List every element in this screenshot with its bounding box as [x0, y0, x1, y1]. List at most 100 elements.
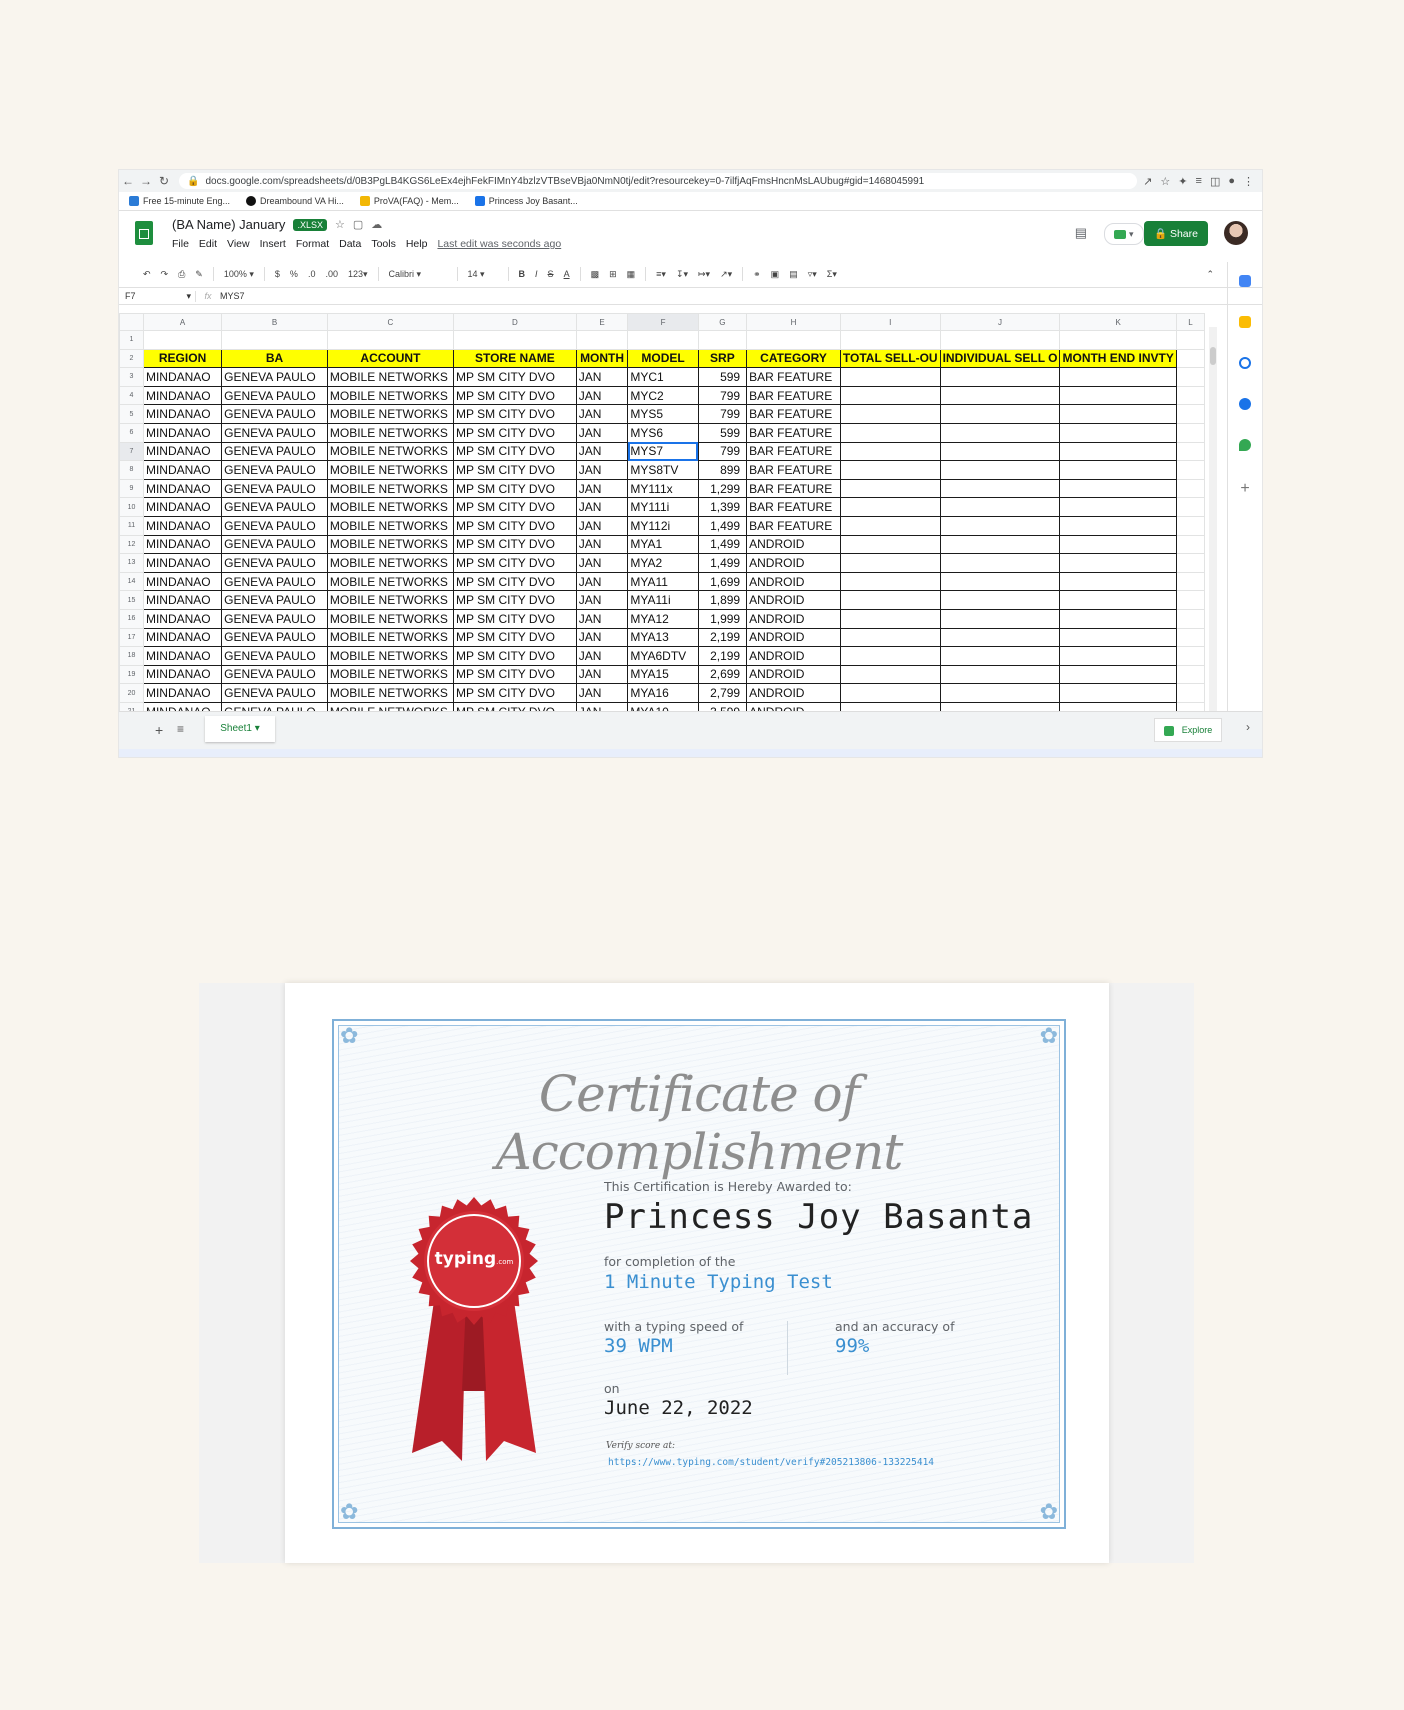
cell[interactable]: MOBILE NETWORKS	[326, 553, 455, 573]
column-header[interactable]: B	[221, 313, 328, 331]
strikethrough-icon[interactable]: S	[548, 269, 554, 279]
cloud-status-icon[interactable]: ☁	[371, 218, 382, 231]
menu-insert[interactable]: Insert	[260, 238, 286, 250]
cell[interactable]: MP SM CITY DVO	[453, 553, 577, 573]
cell[interactable]: JAN	[575, 571, 629, 592]
cell[interactable]: BAR FEATURE	[746, 497, 841, 517]
cell[interactable]: MP SM CITY DVO	[453, 460, 577, 480]
cell[interactable]	[939, 664, 1061, 685]
cell[interactable]	[1175, 330, 1205, 350]
row-header[interactable]: 14	[119, 571, 144, 592]
cell[interactable]: 799	[697, 441, 748, 462]
cell[interactable]	[1175, 664, 1205, 685]
cell[interactable]: MINDANAO	[142, 683, 223, 703]
undo-icon[interactable]: ↶	[143, 269, 151, 280]
cell[interactable]: MOBILE NETWORKS	[326, 571, 455, 592]
cell[interactable]	[839, 553, 941, 573]
cell[interactable]	[939, 553, 1061, 573]
cell[interactable]	[746, 330, 841, 350]
cell[interactable]: MOBILE NETWORKS	[326, 367, 455, 387]
cell[interactable]: MP SM CITY DVO	[453, 664, 577, 685]
reload-icon[interactable]: ↻	[155, 174, 173, 188]
menu-format[interactable]: Format	[296, 238, 329, 250]
cell[interactable]: MINDANAO	[142, 460, 223, 480]
cell[interactable]	[1175, 590, 1205, 610]
zoom-select[interactable]: 100% ▾	[224, 269, 254, 280]
cell[interactable]: MY112i	[627, 515, 699, 536]
font-size-select[interactable]: 14 ▾	[468, 269, 498, 280]
cell[interactable]: MOBILE NETWORKS	[326, 683, 455, 703]
cell[interactable]: GENEVA PAULO	[221, 534, 328, 555]
menu-help[interactable]: Help	[406, 238, 428, 250]
functions-icon[interactable]: Σ▾	[827, 269, 837, 280]
cell[interactable]	[839, 664, 941, 685]
cell[interactable]: BAR FEATURE	[746, 460, 841, 480]
cell[interactable]: MOBILE NETWORKS	[326, 422, 455, 443]
cell[interactable]: MP SM CITY DVO	[453, 571, 577, 592]
cell[interactable]: MOBILE NETWORKS	[326, 515, 455, 536]
cell[interactable]: GENEVA PAULO	[221, 460, 328, 480]
cell[interactable]	[839, 571, 941, 592]
cell[interactable]: MINDANAO	[142, 646, 223, 666]
cell[interactable]: MYS6	[627, 422, 699, 443]
row-header[interactable]: 19	[119, 664, 144, 685]
cell[interactable]: BAR FEATURE	[746, 515, 841, 536]
cell[interactable]: 899	[697, 460, 748, 480]
collapse-toolbar-icon[interactable]: ⌃	[1206, 269, 1214, 280]
cell[interactable]	[1059, 515, 1177, 536]
cell[interactable]: MYA6DTV	[627, 646, 699, 666]
bookmark-item[interactable]: ProVA(FAQ) - Mem...	[359, 196, 459, 206]
cell[interactable]	[1059, 553, 1177, 573]
cell[interactable]	[939, 422, 1061, 443]
more-formats-button[interactable]: 123▾	[348, 269, 368, 280]
cell[interactable]: MYA11i	[627, 590, 699, 610]
cell[interactable]	[939, 683, 1061, 703]
cell[interactable]: GENEVA PAULO	[221, 646, 328, 666]
spreadsheet-grid[interactable]: ABCDEFGHIJKL 1 2 REGION BA ACCOUNT STORE NAME…	[119, 313, 1205, 713]
wrap-icon[interactable]: ↦▾	[698, 269, 710, 280]
cell[interactable]	[1175, 422, 1205, 443]
cell[interactable]: MOBILE NETWORKS	[326, 385, 455, 406]
back-icon[interactable]: ←	[119, 174, 137, 188]
cell[interactable]: 1,499	[697, 515, 748, 536]
cell[interactable]: BAR FEATURE	[746, 385, 841, 406]
cell[interactable]	[1175, 646, 1205, 666]
currency-button[interactable]: $	[275, 269, 280, 279]
cell[interactable]	[1059, 385, 1177, 406]
column-header[interactable]: C	[326, 313, 455, 331]
redo-icon[interactable]: ↷	[161, 269, 169, 280]
row-header[interactable]: 7	[119, 441, 144, 462]
cell[interactable]: 1,499	[697, 553, 748, 573]
cell[interactable]: GENEVA PAULO	[221, 553, 328, 573]
contacts-icon[interactable]	[1239, 398, 1251, 410]
cell[interactable]: MP SM CITY DVO	[453, 367, 577, 387]
row-header[interactable]: 8	[119, 460, 144, 480]
cell[interactable]: 1,999	[697, 608, 748, 629]
cell[interactable]: MP SM CITY DVO	[453, 627, 577, 648]
valign-icon[interactable]: ↧▾	[676, 269, 688, 280]
cell[interactable]	[1175, 608, 1205, 629]
italic-icon[interactable]: I	[535, 269, 538, 279]
profile-icon[interactable]: ●	[1228, 175, 1235, 188]
cell[interactable]: MINDANAO	[142, 590, 223, 610]
tab-sheet1[interactable]: Sheet1 ▾	[205, 716, 275, 742]
column-header[interactable]: D	[453, 313, 577, 331]
cell[interactable]	[142, 330, 223, 350]
header-cell[interactable]: MODEL	[627, 348, 699, 369]
cell[interactable]: MYA12	[627, 608, 699, 629]
calendar-icon[interactable]	[1239, 275, 1251, 287]
cell[interactable]: MP SM CITY DVO	[453, 534, 577, 555]
cell[interactable]	[939, 608, 1061, 629]
cell[interactable]: GENEVA PAULO	[221, 497, 328, 517]
cell[interactable]: MP SM CITY DVO	[453, 646, 577, 666]
cell[interactable]: 1,499	[697, 534, 748, 555]
cell[interactable]: MP SM CITY DVO	[453, 422, 577, 443]
cell[interactable]	[839, 590, 941, 610]
cell[interactable]	[1175, 478, 1205, 499]
cell[interactable]: GENEVA PAULO	[221, 441, 328, 462]
cell[interactable]: JAN	[575, 367, 629, 387]
menu-file[interactable]: File	[172, 238, 189, 250]
cell[interactable]	[839, 460, 941, 480]
column-header[interactable]: F	[627, 313, 699, 331]
cell[interactable]	[1175, 497, 1205, 517]
